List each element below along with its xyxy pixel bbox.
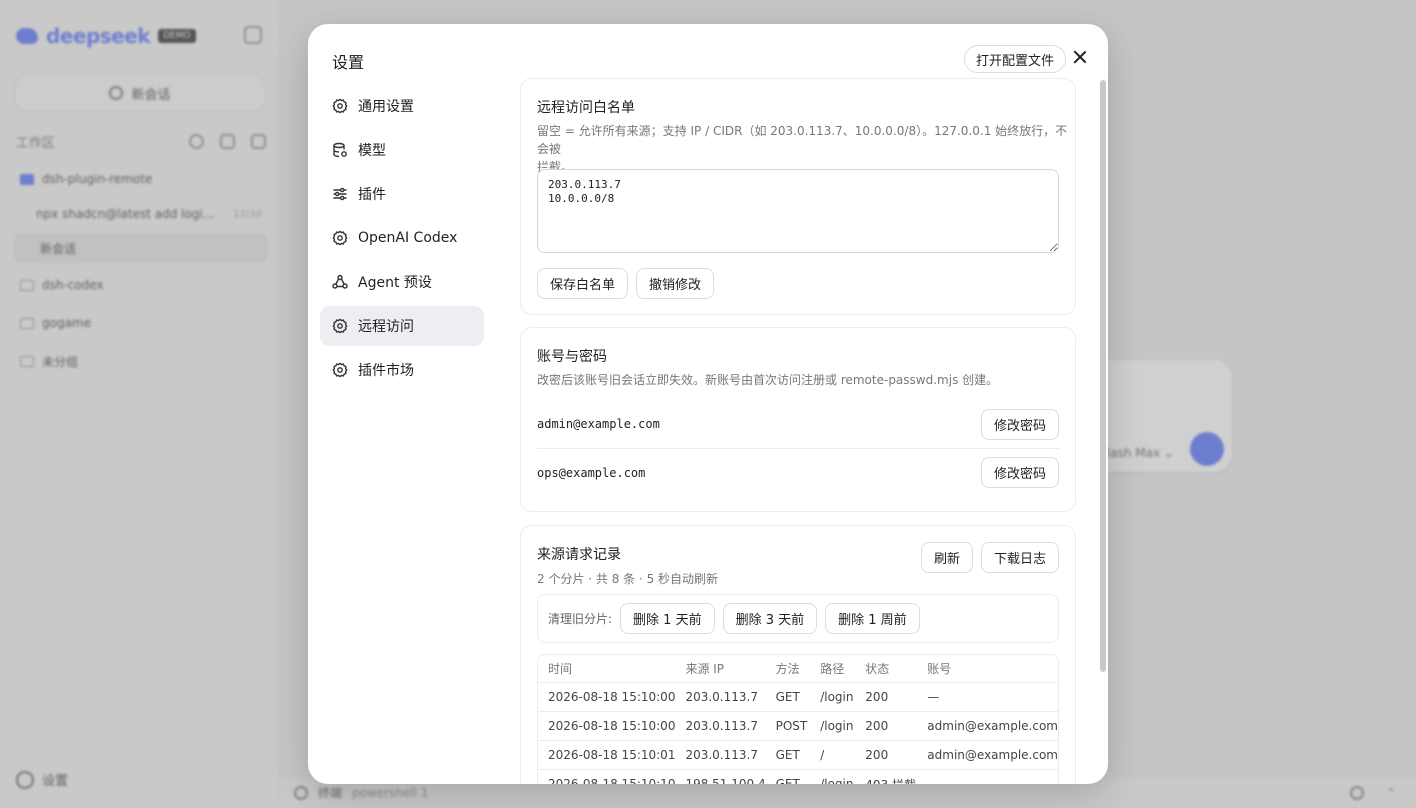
cell-account: admin@example.com [917, 712, 1058, 741]
cell-status: 200 [855, 741, 918, 770]
nav-item-label: OpenAI Codex [358, 230, 458, 246]
nav-item-label: 远程访问 [358, 319, 414, 335]
cell-ip: 203.0.113.7 [675, 683, 766, 712]
request-log-section: 来源请求记录 2 个分片 · 共 8 条 · 5 秒自动刷新 刷新 下载日志 清… [520, 525, 1076, 784]
gear-icon [332, 98, 348, 114]
database-icon [332, 142, 348, 158]
cell-time: 2026-08-18 15:10:10 [538, 770, 675, 784]
change-password-button[interactable]: 修改密码 [980, 457, 1059, 488]
table-row: 2026-08-18 15:10:00 203.0.113.7 GET /log… [538, 683, 1058, 712]
nav-item-label: 插件 [358, 187, 386, 203]
settings-modal: 设置 打开配置文件 通用设置 模型 插件 OpenAI Codex Agent … [308, 24, 1108, 784]
table-row: 2026-08-18 15:10:10 198.51.100.4 GET /lo… [538, 770, 1058, 784]
agent-icon [332, 274, 348, 290]
nav-item-openai-codex[interactable]: OpenAI Codex [320, 218, 484, 258]
accounts-section: 账号与密码 改密后该账号旧会话立即失效。新账号由首次访问注册或 remote-p… [520, 327, 1076, 512]
change-password-button[interactable]: 修改密码 [980, 408, 1059, 440]
gear-icon [332, 318, 348, 334]
nav-item-models[interactable]: 模型 [320, 130, 484, 170]
column-header: 来源 IP [675, 655, 766, 683]
cell-method: GET [765, 741, 811, 770]
cell-path: / [810, 741, 856, 770]
request-log-title: 来源请求记录 [537, 547, 621, 563]
open-config-button[interactable]: 打开配置文件 [964, 45, 1067, 73]
prune-shards-bar: 清理旧分片: 删除 1 天前 删除 3 天前 删除 1 周前 [537, 594, 1059, 643]
gear-icon [332, 362, 348, 378]
whitelist-desc-line: 留空 = 允许所有来源；支持 IP / CIDR（如 203.0.113.7、1… [537, 124, 1068, 156]
cell-status: 200 [855, 683, 918, 712]
delete-3-days-button[interactable]: 删除 3 天前 [722, 603, 818, 634]
table-row: 2026-08-18 15:10:01 203.0.113.7 GET / 20… [538, 741, 1058, 770]
content-scrollbar[interactable] [1100, 80, 1106, 672]
modal-title: 设置 [332, 53, 365, 72]
settings-nav: 通用设置 模型 插件 OpenAI Codex Agent 预设 远程访问 插件… [320, 86, 484, 394]
save-whitelist-button[interactable]: 保存白名单 [537, 268, 629, 299]
cell-ip: 203.0.113.7 [675, 712, 766, 741]
close-icon[interactable] [1070, 47, 1090, 67]
gear-icon [332, 230, 348, 246]
accounts-description: 改密后该账号旧会话立即失效。新账号由首次访问注册或 remote-passwd.… [537, 373, 999, 387]
cell-time: 2026-08-18 15:10:00 [538, 683, 676, 712]
nav-item-remote-access[interactable]: 远程访问 [320, 306, 484, 346]
delete-1-week-button[interactable]: 删除 1 周前 [825, 603, 920, 634]
cell-method: GET [766, 770, 811, 784]
cell-path: /login [810, 712, 856, 741]
accounts-title: 账号与密码 [537, 349, 607, 365]
column-header: 路径 [810, 655, 856, 683]
column-header: 状态 [855, 655, 918, 683]
cell-account: admin@example.com [917, 741, 1058, 770]
column-header: 方法 [765, 655, 811, 683]
cell-path: /login [810, 770, 855, 784]
sliders-icon [332, 186, 348, 202]
whitelist-textarea[interactable]: 203.0.113.7 10.0.0.0/8 [537, 169, 1059, 253]
cell-time: 2026-08-18 15:10:01 [538, 741, 676, 770]
nav-item-label: 通用设置 [358, 99, 414, 115]
nav-item-plugins[interactable]: 插件 [320, 174, 484, 214]
cell-path: /login [810, 683, 856, 712]
cell-account [917, 770, 1058, 784]
nav-item-agent-presets[interactable]: Agent 预设 [320, 262, 484, 302]
request-log-table: 时间 来源 IP 方法 路径 状态 账号 2026-08-18 15:10:00… [537, 654, 1059, 784]
cell-status: 403 拦截 [855, 770, 917, 785]
whitelist-section: 远程访问白名单 留空 = 允许所有来源；支持 IP / CIDR（如 203.0… [520, 78, 1076, 315]
table-row: 2026-08-18 15:10:00 203.0.113.7 POST /lo… [538, 712, 1058, 741]
whitelist-title: 远程访问白名单 [537, 100, 635, 116]
prune-label: 清理旧分片: [548, 612, 613, 626]
whitelist-description: 留空 = 允许所有来源；支持 IP / CIDR（如 203.0.113.7、1… [537, 122, 1075, 176]
cell-method: POST [765, 712, 811, 741]
revert-changes-button[interactable]: 撤销修改 [636, 268, 715, 299]
table-header-row: 时间 来源 IP 方法 路径 状态 账号 [538, 655, 1058, 683]
settings-content: 远程访问白名单 留空 = 允许所有来源；支持 IP / CIDR（如 203.0… [520, 78, 1076, 784]
cell-status: 200 [855, 712, 918, 741]
cell-account: — [917, 683, 1058, 712]
account-email: admin@example.com [537, 417, 660, 431]
column-header: 账号 [917, 655, 1058, 683]
account-row: admin@example.com 修改密码 [537, 400, 1059, 448]
cell-ip: 198.51.100.4 [675, 770, 765, 784]
nav-item-plugin-market[interactable]: 插件市场 [320, 350, 484, 390]
refresh-button[interactable]: 刷新 [921, 542, 974, 573]
cell-method: GET [765, 683, 811, 712]
column-header: 时间 [538, 655, 676, 683]
download-log-button[interactable]: 下载日志 [981, 542, 1060, 573]
cell-time: 2026-08-18 15:10:00 [538, 712, 676, 741]
account-row: ops@example.com 修改密码 [537, 448, 1059, 496]
delete-1-day-button[interactable]: 删除 1 天前 [620, 603, 715, 634]
nav-item-label: 插件市场 [358, 363, 414, 379]
account-email: ops@example.com [537, 465, 646, 480]
nav-item-label: Agent 预设 [358, 275, 432, 291]
nav-item-label: 模型 [358, 143, 386, 159]
request-log-summary: 2 个分片 · 共 8 条 · 5 秒自动刷新 [537, 572, 719, 586]
cell-ip: 203.0.113.7 [675, 741, 766, 770]
nav-item-general[interactable]: 通用设置 [320, 86, 484, 126]
